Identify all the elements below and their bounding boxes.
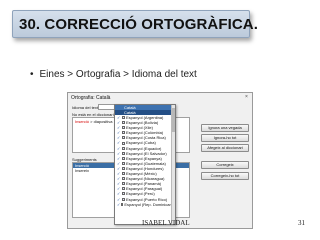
footer-author: ISABEL VIDAL (142, 219, 190, 227)
language-icon (122, 182, 125, 186)
dropdown-scrollbar[interactable] (171, 105, 175, 224)
language-icon (122, 126, 125, 130)
slide-title: 30. CORRECCIÓ ORTOGRÀFICA. (19, 16, 259, 33)
page-number: 31 (298, 219, 305, 227)
language-icon (122, 172, 125, 176)
scrollbar-thumb[interactable] (172, 108, 175, 132)
slide-title-bar: 30. CORRECCIÓ ORTOGRÀFICA. (12, 10, 258, 38)
language-icon (121, 202, 124, 206)
add-to-dictionary-button[interactable]: Afegeix al diccionari (201, 144, 249, 152)
language-icon (122, 116, 125, 120)
language-icon (122, 177, 125, 181)
language-option[interactable]: ✓ Espanyol (Rep. Dominicana) (115, 202, 175, 207)
correct-all-button[interactable]: Corregeix-ho tot (201, 172, 249, 180)
context-rest: > diapositiva (89, 119, 113, 124)
language-label: Idioma del text (72, 105, 99, 110)
language-icon (122, 141, 125, 145)
close-icon[interactable]: × (243, 94, 250, 100)
language-option-label: Espanyol (Rep. Dominicana) (124, 201, 176, 207)
language-icon (122, 146, 125, 150)
ignore-all-button[interactable]: Ignora-ho tot (201, 134, 249, 142)
language-icon (122, 121, 125, 125)
check-icon: ✓ (117, 201, 121, 207)
language-icon (122, 197, 125, 201)
language-icon (122, 136, 125, 140)
ignore-once-button[interactable]: Ignora una vegada (201, 124, 249, 132)
correct-button[interactable]: Corregeix (201, 161, 249, 169)
dialog-title: Ortografia: Català (71, 95, 111, 101)
language-icon (122, 192, 125, 196)
misspelled-word: Inserció (75, 119, 90, 124)
bullet-item: • Eines > Ortografia > Idioma del text (30, 69, 197, 80)
language-icon (122, 151, 125, 155)
language-icon (122, 187, 125, 191)
language-icon (122, 156, 125, 160)
dropdown-list: ✓ Espanyol (Argentina) ✓ Espanyol (Bolívia)… (115, 115, 175, 207)
bullet-dot: • (30, 69, 34, 80)
language-icon (122, 166, 125, 170)
language-icon (122, 131, 125, 135)
language-dropdown[interactable]: Català Català ✓ Espanyol (Argentina) ✓ Espa… (114, 104, 176, 225)
bullet-text: Eines > Ortografia > Idioma del text (39, 69, 197, 80)
language-icon (122, 161, 125, 165)
